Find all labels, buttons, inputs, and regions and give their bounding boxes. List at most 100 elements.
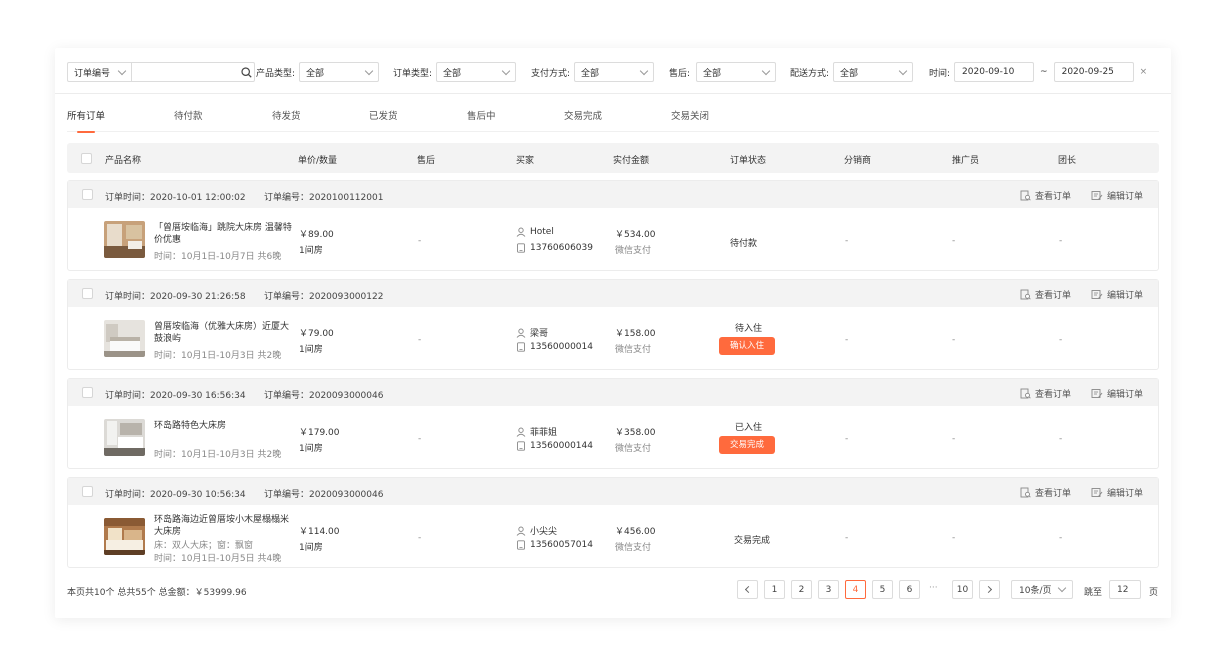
page-size-select[interactable]: 10条/页 [1011, 580, 1073, 599]
product-name[interactable]: 环岛路特色大床房 [154, 420, 292, 432]
view-order-button[interactable]: 查看订单 [1020, 486, 1071, 499]
order-checkbox[interactable] [82, 387, 93, 398]
view-order-label: 查看订单 [1035, 291, 1072, 301]
quantity: 1间房 [299, 246, 323, 256]
page-button-4-current[interactable]: 4 [845, 580, 866, 599]
tab-pending-payment[interactable]: 待付款 [174, 108, 203, 131]
order-body: 曾厝垵临海（优雅大床房）近厦大鼓浪屿 时间：10月1日-10月3日 共2晚 ￥7… [68, 307, 1158, 370]
paid-amount: ￥534.00 [615, 230, 656, 240]
edit-order-button[interactable]: 编辑订单 [1091, 387, 1143, 400]
pay-method: 微信支付 [615, 543, 652, 553]
col-amount: 实付金额 [613, 156, 650, 166]
page-button-6[interactable]: 6 [899, 580, 920, 599]
view-order-button[interactable]: 查看订单 [1020, 288, 1071, 301]
product-thumbnail[interactable] [104, 419, 145, 456]
next-page-button[interactable] [979, 580, 1000, 599]
date-from-input[interactable]: 2020-09-10 [954, 62, 1035, 82]
confirm-checkin-button[interactable]: 确认入住 [719, 337, 775, 355]
order-checkbox[interactable] [82, 189, 93, 200]
product-thumbnail[interactable] [104, 320, 145, 357]
tab-pending-shipment[interactable]: 待发货 [272, 108, 301, 131]
prev-page-button[interactable] [737, 580, 758, 599]
buyer-name: 梁哥 [530, 329, 549, 339]
tab-completed[interactable]: 交易完成 [564, 108, 602, 131]
search-type-select[interactable]: 订单编号 [68, 63, 132, 81]
tab-all-orders[interactable]: 所有订单 [67, 108, 105, 133]
page-button-last[interactable]: 10 [952, 580, 973, 599]
distributor-value: - [845, 434, 849, 444]
filter-bar: 订单编号 产品类型: 全部 订单类型: 全部 支付方式: 全部 售后: 全部 配… [55, 48, 1171, 94]
unit-price: ￥179.00 [299, 428, 340, 438]
product-name[interactable]: 曾厝垵临海（优雅大床房）近厦大鼓浪屿 [154, 321, 292, 345]
product-thumbnail[interactable] [104, 221, 145, 258]
order-body: 「曾厝垵临海」跳院大床房 温馨特价优惠 时间：10月1日-10月7日 共6晚 ￥… [68, 208, 1158, 271]
buyer-phone-row: 13560000144 [516, 441, 593, 451]
leader-value: - [1059, 533, 1063, 543]
product-type-label: 产品类型: [256, 68, 296, 79]
search-button[interactable] [238, 63, 254, 81]
distributor-value: - [845, 335, 849, 345]
edit-order-button[interactable]: 编辑订单 [1091, 189, 1143, 202]
chevron-down-icon [364, 66, 374, 75]
tab-after-sale[interactable]: 售后中 [467, 108, 496, 131]
col-status: 订单状态 [730, 156, 767, 166]
payment-select[interactable]: 全部 [574, 62, 655, 82]
product-name[interactable]: 「曾厝垵临海」跳院大床房 温馨特价优惠 [154, 222, 292, 246]
page-button-3[interactable]: 3 [818, 580, 839, 599]
col-price-qty: 单价/数量 [298, 156, 338, 166]
after-sale-select[interactable]: 全部 [696, 62, 777, 82]
page-ellipsis[interactable]: ··· [929, 583, 938, 593]
unit-price: ￥79.00 [299, 329, 334, 339]
complete-transaction-button[interactable]: 交易完成 [719, 436, 775, 454]
delivery-select[interactable]: 全部 [833, 62, 914, 82]
order-search: 订单编号 [67, 62, 255, 82]
product-type-value: 全部 [306, 68, 325, 79]
edit-order-label: 编辑订单 [1107, 192, 1144, 202]
view-order-button[interactable]: 查看订单 [1020, 189, 1071, 202]
jump-page-input[interactable]: 12 [1109, 580, 1141, 599]
chevron-down-icon [761, 66, 771, 75]
product-thumbnail[interactable] [104, 518, 145, 555]
page-unit-label: 页 [1149, 588, 1159, 598]
edit-order-label: 编辑订单 [1107, 291, 1144, 301]
search-type-value: 订单编号 [74, 68, 111, 79]
order-checkbox[interactable] [82, 288, 93, 299]
buyer-phone: 13560000014 [530, 342, 593, 352]
stay-dates: 时间：10月1日-10月3日 共2晚 [154, 450, 282, 460]
search-input[interactable] [132, 63, 238, 81]
order-type-select[interactable]: 全部 [436, 62, 517, 82]
buyer-phone-row: 13560000014 [516, 342, 593, 352]
after-sale-value: - [418, 434, 422, 444]
view-order-icon [1020, 289, 1031, 300]
distributor-value: - [845, 236, 849, 246]
page-button-5[interactable]: 5 [872, 580, 893, 599]
tab-shipped[interactable]: 已发货 [369, 108, 398, 131]
buyer-name: 小尖尖 [530, 527, 558, 537]
date-to-value: 2020-09-25 [1061, 67, 1114, 77]
date-to-input[interactable]: 2020-09-25 [1053, 62, 1134, 82]
tab-closed[interactable]: 交易关闭 [671, 108, 709, 131]
view-order-label: 查看订单 [1035, 390, 1072, 400]
order-row: 订单时间：2020-10-01 12:00:02 订单编号：2020100112… [67, 180, 1159, 271]
phone-icon [517, 243, 525, 253]
page-button-2[interactable]: 2 [791, 580, 812, 599]
order-body: 环岛路特色大床房 时间：10月1日-10月3日 共2晚 ￥179.00 1间房 … [68, 406, 1158, 469]
order-checkbox[interactable] [82, 486, 93, 497]
chevron-down-icon [501, 66, 511, 75]
edit-order-button[interactable]: 编辑订单 [1091, 288, 1143, 301]
user-icon [516, 526, 526, 536]
jump-page-value: 12 [1117, 584, 1129, 595]
buyer-phone-row: 13560057014 [516, 540, 593, 550]
edit-order-button[interactable]: 编辑订单 [1091, 486, 1143, 499]
product-name[interactable]: 环岛路海边近曾厝垵小木屋榻榻米大床房 [154, 514, 292, 538]
col-buyer: 买家 [516, 156, 535, 166]
select-all-checkbox[interactable] [81, 153, 92, 164]
page-button-1[interactable]: 1 [764, 580, 785, 599]
clear-dates-button[interactable]: × [1140, 67, 1148, 77]
view-order-button[interactable]: 查看订单 [1020, 387, 1071, 400]
product-type-select[interactable]: 全部 [299, 62, 380, 82]
payment-label: 支付方式: [531, 68, 571, 79]
edit-order-icon [1091, 290, 1103, 299]
phone-icon [517, 441, 525, 451]
order-time: 订单时间：2020-10-01 12:00:02 [105, 193, 246, 203]
